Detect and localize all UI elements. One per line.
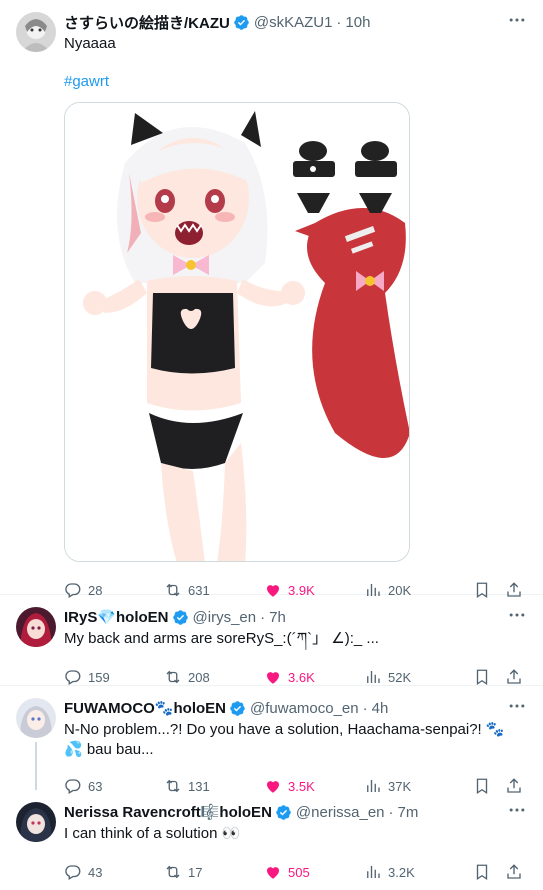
share-icon[interactable] xyxy=(505,863,523,881)
views-icon xyxy=(367,671,380,683)
tweet-header: FUWAMOCO🐾holoEN @fuwamoco_en · 4h xyxy=(64,698,527,718)
tweet-image[interactable] xyxy=(64,102,410,562)
repost-button[interactable]: 208 xyxy=(164,668,264,686)
author-name[interactable]: さすらいの絵描き/KAZU xyxy=(64,12,230,32)
verified-badge-icon xyxy=(276,804,291,820)
reply-button[interactable]: 43 xyxy=(64,863,164,881)
repost-icon xyxy=(166,865,180,879)
separator-dot: · xyxy=(388,803,394,821)
timestamp[interactable]: 7m xyxy=(398,804,419,821)
views-button[interactable]: 52K xyxy=(364,668,440,686)
repost-count: 17 xyxy=(188,864,203,880)
views-count: 52K xyxy=(388,669,412,685)
repost-icon xyxy=(166,670,180,684)
avatar[interactable] xyxy=(16,607,56,647)
separator-dot: · xyxy=(362,699,368,717)
author-handle[interactable]: @skKAZU1 xyxy=(254,14,333,31)
tweet-header: Nerissa Ravencroft🎼holoEN @nerissa_en · … xyxy=(64,802,527,822)
tweet[interactable]: FUWAMOCO🐾holoEN @fuwamoco_en · 4h N-No p… xyxy=(0,686,543,795)
repost-button[interactable]: 17 xyxy=(164,863,264,881)
reply-icon xyxy=(65,865,81,880)
timestamp[interactable]: 10h xyxy=(345,14,370,31)
thread-connector xyxy=(35,742,37,790)
author-handle[interactable]: @nerissa_en xyxy=(296,804,385,821)
separator-dot: · xyxy=(336,13,342,31)
tweet[interactable]: Nerissa Ravencroft🎼holoEN @nerissa_en · … xyxy=(0,790,543,890)
like-button[interactable]: 505 xyxy=(264,863,364,881)
reply-icon xyxy=(65,670,81,685)
reply-count: 43 xyxy=(88,864,103,880)
author-name[interactable]: FUWAMOCO🐾holoEN xyxy=(64,699,226,717)
tweet-header: さすらいの絵描き/KAZU @skKAZU1 · 10h xyxy=(64,12,527,32)
tweet-text: My back and arms are soreRyS_:(´ཀ`」 ∠):_… xyxy=(64,630,379,647)
reply-count: 159 xyxy=(88,669,110,685)
tweet[interactable]: さすらいの絵描き/KAZU @skKAZU1 · 10h Nyaaaa #gaw… xyxy=(0,0,543,599)
tweet-actions: 43 17 505 3.2K xyxy=(64,852,527,890)
like-count: 505 xyxy=(288,864,310,880)
tweet-text: Nyaaaa xyxy=(64,35,116,52)
verified-badge-icon xyxy=(230,700,245,716)
separator-dot: · xyxy=(260,608,266,626)
author-name[interactable]: IRyS💎holoEN xyxy=(64,608,169,626)
views-button[interactable]: 3.2K xyxy=(364,863,440,881)
hashtag-link[interactable]: #gawrt xyxy=(64,72,527,92)
reply-button[interactable]: 159 xyxy=(64,668,164,686)
avatar[interactable] xyxy=(16,12,56,52)
author-handle[interactable]: @fuwamoco_en xyxy=(250,700,359,717)
bookmark-icon[interactable] xyxy=(473,668,491,686)
more-icon[interactable] xyxy=(507,800,527,820)
more-icon[interactable] xyxy=(507,10,527,30)
share-icon[interactable] xyxy=(505,668,523,686)
more-icon[interactable] xyxy=(507,605,527,625)
tweet[interactable]: IRyS💎holoEN @irys_en · 7h My back and ar… xyxy=(0,595,543,686)
timestamp[interactable]: 4h xyxy=(372,700,389,717)
views-icon xyxy=(367,866,380,878)
tweet-text: N-No problem...?! Do you have a solution… xyxy=(64,721,505,758)
verified-badge-icon xyxy=(172,609,188,625)
repost-count: 208 xyxy=(188,669,210,685)
like-icon xyxy=(267,672,279,684)
author-name[interactable]: Nerissa Ravencroft🎼holoEN xyxy=(64,803,272,821)
tweet-header: IRyS💎holoEN @irys_en · 7h xyxy=(64,607,527,627)
avatar[interactable] xyxy=(16,698,56,738)
like-icon xyxy=(267,867,279,879)
verified-badge-icon xyxy=(234,14,249,30)
author-handle[interactable]: @irys_en xyxy=(193,609,257,626)
like-count: 3.6K xyxy=(288,669,315,685)
views-count: 3.2K xyxy=(388,864,415,880)
timestamp[interactable]: 7h xyxy=(269,609,286,626)
more-icon[interactable] xyxy=(507,696,527,716)
timeline: さすらいの絵描き/KAZU @skKAZU1 · 10h Nyaaaa #gaw… xyxy=(0,0,543,890)
avatar[interactable] xyxy=(16,802,56,842)
like-button[interactable]: 3.6K xyxy=(264,668,364,686)
tweet-text: I can think of a solution 👀 xyxy=(64,825,241,842)
bookmark-icon[interactable] xyxy=(473,863,491,881)
